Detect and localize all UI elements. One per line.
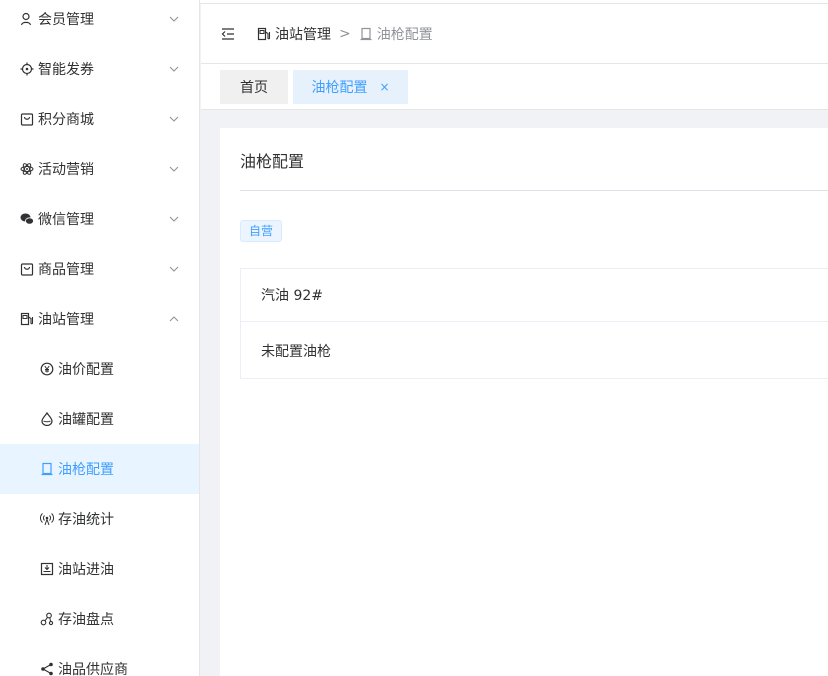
bag-icon bbox=[20, 112, 34, 126]
sidebar-item-label: 存油盘点 bbox=[58, 612, 114, 628]
nozzle-icon bbox=[360, 27, 372, 41]
gas-station-icon bbox=[257, 27, 271, 41]
sidebar-item-label: 微信管理 bbox=[38, 212, 94, 228]
tabs-bar: 首页 油枪配置 × bbox=[201, 64, 828, 110]
sidebar-subitem-oil-intake[interactable]: 油站进油 bbox=[0, 544, 199, 594]
breadcrumb-item[interactable]: 油站管理 bbox=[257, 24, 331, 44]
chevron-up-icon bbox=[168, 313, 180, 325]
chevron-down-icon bbox=[168, 13, 180, 25]
breadcrumb-label: 油站管理 bbox=[275, 27, 331, 43]
sidebar-subitem-oil-tank[interactable]: 油罐配置 bbox=[0, 394, 199, 444]
wechat-icon bbox=[20, 212, 34, 226]
sidebar-subitem-oil-stats[interactable]: 存油统计 bbox=[0, 494, 199, 544]
nozzle-list: 汽油 92# 未配置油枪 bbox=[240, 268, 828, 379]
signal-icon bbox=[40, 512, 54, 526]
sidebar-item-label: 存油统计 bbox=[58, 512, 114, 528]
gas-station-icon bbox=[20, 312, 34, 326]
tab-label: 油枪配置 bbox=[311, 80, 368, 96]
sidebar-item-marketing[interactable]: 活动营销 bbox=[0, 144, 199, 194]
sidebar-item-label: 智能发券 bbox=[38, 62, 94, 78]
sidebar-item-label: 油站进油 bbox=[58, 562, 114, 578]
sidebar-item-label: 油罐配置 bbox=[58, 412, 114, 428]
breadcrumb-label: 油枪配置 bbox=[376, 27, 433, 43]
chevron-down-icon bbox=[168, 213, 180, 225]
sidebar-item-label: 积分商城 bbox=[38, 112, 94, 128]
sidebar-subitem-oil-price[interactable]: 油价配置 bbox=[0, 344, 199, 394]
sidebar-item-label: 油品供应商 bbox=[58, 662, 128, 676]
chevron-down-icon bbox=[168, 113, 180, 125]
sidebar-item-coupons[interactable]: 智能发券 bbox=[0, 44, 199, 94]
sidebar-item-points-mall[interactable]: 积分商城 bbox=[0, 94, 199, 144]
nodes-icon bbox=[40, 612, 54, 626]
breadcrumb-separator: > bbox=[339, 26, 351, 42]
sidebar-item-label: 油价配置 bbox=[58, 362, 114, 378]
close-icon[interactable]: × bbox=[379, 80, 389, 94]
sidebar-item-members[interactable]: 会员管理 bbox=[0, 0, 199, 44]
chevron-down-icon bbox=[168, 63, 180, 75]
sidebar-item-wechat[interactable]: 微信管理 bbox=[0, 194, 199, 244]
menu-fold-icon[interactable] bbox=[221, 26, 235, 40]
target-icon bbox=[20, 62, 34, 76]
sidebar: 会员管理 智能发券 积分商城 活动营销 微信管理 商品管理 油站管理 油价配置 … bbox=[0, 0, 200, 676]
breadcrumb: 油站管理 > 油枪配置 bbox=[257, 4, 433, 64]
tab-label: 首页 bbox=[240, 80, 268, 96]
sidebar-item-products[interactable]: 商品管理 bbox=[0, 244, 199, 294]
sidebar-item-label: 商品管理 bbox=[38, 262, 94, 278]
yen-circle-icon bbox=[40, 362, 54, 376]
chevron-down-icon bbox=[168, 263, 180, 275]
share-icon bbox=[40, 662, 54, 676]
tab-oil-nozzle[interactable]: 油枪配置 × bbox=[293, 70, 408, 104]
sidebar-item-label: 油站管理 bbox=[38, 312, 94, 328]
sidebar-item-label: 会员管理 bbox=[38, 12, 94, 28]
content-card: 油枪配置 自营 汽油 92# 未配置油枪 bbox=[220, 128, 828, 676]
list-item: 未配置油枪 bbox=[241, 322, 828, 379]
nozzle-icon bbox=[40, 462, 54, 476]
breadcrumb-current: 油枪配置 bbox=[359, 24, 433, 44]
sidebar-subitem-oil-supplier[interactable]: 油品供应商 bbox=[0, 644, 199, 676]
atom-icon bbox=[20, 162, 34, 176]
tab-home[interactable]: 首页 bbox=[220, 70, 288, 104]
top-header: 油站管理 > 油枪配置 bbox=[201, 4, 828, 64]
list-item-label: 汽油 92# bbox=[261, 288, 323, 304]
sidebar-subitem-oil-nozzle[interactable]: 油枪配置 bbox=[0, 444, 199, 494]
sidebar-subitem-oil-inventory[interactable]: 存油盘点 bbox=[0, 594, 199, 644]
user-icon bbox=[20, 12, 34, 26]
divider bbox=[240, 190, 828, 191]
bag-icon bbox=[20, 262, 34, 276]
station-type-tag: 自营 bbox=[240, 220, 283, 242]
sidebar-item-label: 油枪配置 bbox=[58, 462, 114, 478]
list-item-label: 未配置油枪 bbox=[261, 343, 331, 360]
sidebar-item-station[interactable]: 油站管理 bbox=[0, 294, 199, 344]
sidebar-item-label: 活动营销 bbox=[38, 162, 94, 178]
list-item[interactable]: 汽油 92# bbox=[241, 269, 828, 322]
page-title: 油枪配置 bbox=[240, 152, 305, 171]
drop-icon bbox=[40, 412, 54, 426]
inbox-icon bbox=[40, 562, 54, 576]
chevron-down-icon bbox=[168, 163, 180, 175]
